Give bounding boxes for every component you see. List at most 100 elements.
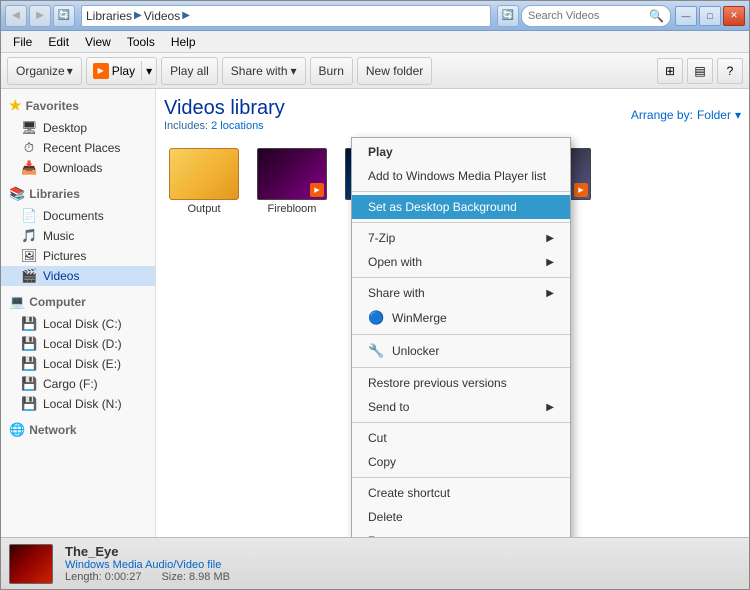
main-content: ★ Favorites 🖥 Desktop ⏱ Recent Places 📥 … — [1, 89, 749, 537]
minimize-button[interactable]: — — [675, 6, 697, 26]
burn-button[interactable]: Burn — [310, 57, 353, 85]
ctx-unlocker[interactable]: 🔧 Unlocker — [352, 338, 570, 364]
details-pane-button[interactable]: ▤ — [687, 58, 713, 84]
arrange-by: Arrange by: Folder ▾ — [631, 108, 741, 122]
library-info: Videos library Includes: 2 locations — [164, 97, 285, 132]
sidebar-favorites-section: ★ Favorites 🖥 Desktop ⏱ Recent Places 📥 … — [1, 93, 155, 178]
ctx-open-with[interactable]: Open with ▶ — [352, 250, 570, 274]
ctx-play[interactable]: Play — [352, 140, 570, 164]
play-button[interactable]: ▶ Play ▾ — [86, 57, 157, 85]
view-toggle-button[interactable]: ⊞ — [657, 58, 683, 84]
sidebar-libraries-section: 📚 Libraries 📄 Documents 🎵 Music 🖼 Pictur… — [1, 182, 155, 286]
crumb-libraries[interactable]: Libraries — [86, 9, 132, 23]
search-box[interactable]: 🔍 — [521, 5, 671, 27]
winmerge-icon: 🔵 — [368, 310, 384, 326]
play-main[interactable]: ▶ Play — [87, 61, 142, 81]
sidebar-item-documents[interactable]: 📄 Documents — [1, 206, 155, 226]
forward-button[interactable]: ▶ — [29, 5, 51, 27]
ctx-set-desktop-label: Set as Desktop Background — [368, 200, 517, 214]
play-all-label: Play all — [170, 64, 209, 78]
sidebar-documents-label: Documents — [43, 209, 104, 223]
ctx-winmerge[interactable]: 🔵 WinMerge — [352, 305, 570, 331]
ctx-add-to-wmp[interactable]: Add to Windows Media Player list — [352, 164, 570, 188]
ctx-play-label: Play — [368, 145, 393, 159]
sidebar-network-label: Network — [29, 423, 76, 437]
locations-link[interactable]: 2 locations — [211, 120, 264, 132]
sidebar-item-disk-e[interactable]: 💾 Local Disk (E:) — [1, 354, 155, 374]
arrange-by-value[interactable]: Folder — [697, 108, 731, 122]
file-area[interactable]: Videos library Includes: 2 locations Arr… — [156, 89, 749, 537]
sidebar-item-disk-n[interactable]: 💾 Local Disk (N:) — [1, 394, 155, 414]
ctx-delete-label: Delete — [368, 510, 403, 524]
maximize-button[interactable]: □ — [699, 6, 721, 26]
sidebar-pictures-label: Pictures — [43, 249, 86, 263]
ctx-cut[interactable]: Cut — [352, 426, 570, 450]
ctx-send-to[interactable]: Send to ▶ — [352, 395, 570, 419]
sidebar-item-disk-c[interactable]: 💾 Local Disk (C:) — [1, 314, 155, 334]
help-button[interactable]: ? — [717, 58, 743, 84]
length-value: 0:00:27 — [105, 571, 142, 583]
ctx-send-to-arrow-icon: ▶ — [546, 402, 554, 413]
ctx-restore[interactable]: Restore previous versions — [352, 371, 570, 395]
disk-e-icon: 💾 — [21, 356, 37, 372]
ctx-sep-4 — [352, 334, 570, 335]
ctx-set-desktop[interactable]: Set as Desktop Background — [352, 195, 570, 219]
sidebar-item-desktop[interactable]: 🖥 Desktop — [1, 118, 155, 138]
sidebar-item-cargo-f[interactable]: 💾 Cargo (F:) — [1, 374, 155, 394]
file-item-output[interactable]: Output — [164, 144, 244, 219]
ctx-rename[interactable]: Rename — [352, 529, 570, 537]
ctx-cut-label: Cut — [368, 431, 387, 445]
menu-tools[interactable]: Tools — [119, 33, 163, 51]
menu-bar: File Edit View Tools Help — [1, 31, 749, 53]
ctx-create-shortcut[interactable]: Create shortcut — [352, 481, 570, 505]
star-icon: ★ — [9, 97, 22, 114]
menu-view[interactable]: View — [77, 33, 119, 51]
crumb-sep: ▶ — [134, 10, 142, 21]
ctx-unlocker-label: Unlocker — [392, 344, 439, 358]
music-icon: 🎵 — [21, 228, 37, 244]
sidebar-item-downloads[interactable]: 📥 Downloads — [1, 158, 155, 178]
sidebar-item-disk-d[interactable]: 💾 Local Disk (D:) — [1, 334, 155, 354]
refresh-button[interactable]: 🔄 — [497, 5, 519, 27]
disk-c-icon: 💾 — [21, 316, 37, 332]
sidebar-network-header[interactable]: 🌐 Network — [1, 418, 155, 442]
status-thumbnail — [9, 544, 53, 584]
ctx-7zip[interactable]: 7-Zip ▶ — [352, 226, 570, 250]
video-nav-icon: 🎬 — [21, 268, 37, 284]
size-value: 8.98 MB — [189, 571, 230, 583]
close-button[interactable]: ✕ — [723, 6, 745, 26]
output-file-name: Output — [187, 203, 220, 215]
ctx-share-with-arrow-icon: ▶ — [546, 288, 554, 299]
file-item-firebloom[interactable]: ▶ Firebloom — [252, 144, 332, 219]
sidebar-favorites-header[interactable]: ★ Favorites — [1, 93, 155, 118]
sidebar-item-recent-places[interactable]: ⏱ Recent Places — [1, 138, 155, 158]
play-all-button[interactable]: Play all — [161, 57, 218, 85]
address-bar[interactable]: Libraries ▶ Videos ▶ — [81, 5, 491, 27]
sidebar-item-music[interactable]: 🎵 Music — [1, 226, 155, 246]
menu-help[interactable]: Help — [163, 33, 204, 51]
unlocker-icon: 🔧 — [368, 343, 384, 359]
library-title: Videos library — [164, 97, 285, 120]
arrange-by-label: Arrange by: — [631, 108, 693, 122]
organize-button[interactable]: Organize ▾ — [7, 57, 82, 85]
sidebar-computer-header[interactable]: 💻 Computer — [1, 290, 155, 314]
sidebar-disk-n-label: Local Disk (N:) — [43, 397, 122, 411]
share-chevron-icon: ▾ — [291, 64, 297, 78]
menu-file[interactable]: File — [5, 33, 40, 51]
up-button[interactable]: 🔄 — [53, 5, 75, 27]
new-folder-button[interactable]: New folder — [357, 57, 432, 85]
ctx-copy[interactable]: Copy — [352, 450, 570, 474]
ctx-send-to-label: Send to — [368, 400, 409, 414]
sidebar-item-pictures[interactable]: 🖼 Pictures — [1, 246, 155, 266]
share-with-button[interactable]: Share with ▾ — [222, 57, 306, 85]
size-label: Size: — [161, 571, 185, 583]
sidebar-libraries-header[interactable]: 📚 Libraries — [1, 182, 155, 206]
sidebar-item-videos[interactable]: 🎬 Videos — [1, 266, 155, 286]
play-dropdown[interactable]: ▾ — [142, 62, 156, 80]
ctx-delete[interactable]: Delete — [352, 505, 570, 529]
menu-edit[interactable]: Edit — [40, 33, 77, 51]
ctx-share-with[interactable]: Share with ▶ — [352, 281, 570, 305]
search-input[interactable] — [528, 10, 645, 22]
crumb-videos[interactable]: Videos — [144, 9, 180, 23]
back-button[interactable]: ◀ — [5, 5, 27, 27]
